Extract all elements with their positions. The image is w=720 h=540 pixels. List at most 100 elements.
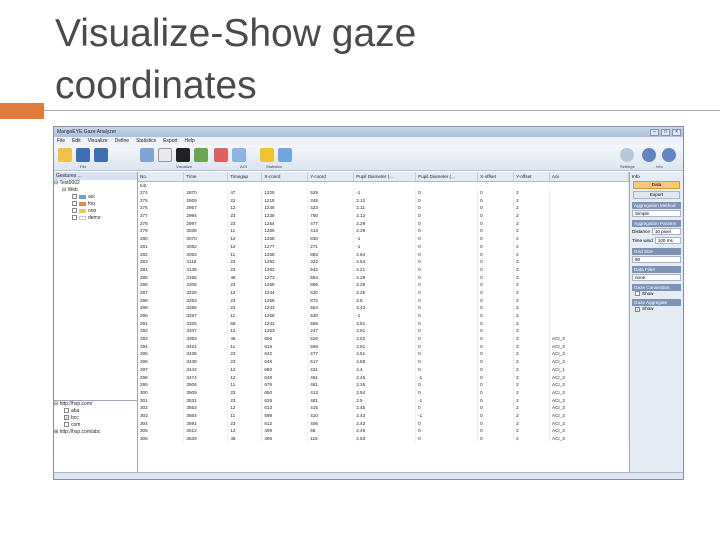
table-row[interactable]: 285 3155 46 1273 554 2.29 0 0 2 — [138, 273, 629, 281]
checkbox[interactable] — [72, 194, 77, 200]
column-header[interactable]: Pupil Diameter (... — [353, 172, 417, 182]
menu-visualize[interactable]: Visualize — [88, 138, 108, 144]
table-row[interactable]: 305 3612 12 409 58 2.49 0 0 2 ACI_3 — [138, 427, 629, 435]
grid-size-spinner[interactable]: 80 — [632, 256, 681, 263]
table-row[interactable]: 275 2929 22 1218 348 2.12 0 0 2 — [138, 196, 629, 205]
menu-edit[interactable]: Edit — [72, 138, 81, 144]
table-row[interactable]: 280 3070 12 1265 830 -1 0 0 2 — [138, 234, 629, 243]
minimize-button[interactable]: – — [650, 128, 659, 136]
table-row[interactable]: 278 2997 23 1254 477 2.29 0 0 2 — [138, 219, 629, 228]
data-button[interactable]: Data — [633, 181, 680, 189]
tree-item[interactable]: aba — [54, 408, 137, 415]
checkbox[interactable] — [64, 422, 69, 428]
bar-chart-icon[interactable] — [260, 148, 274, 162]
table-row[interactable]: 297 3442 12 680 431 2.4 0 0 2 ACI_1 — [138, 365, 629, 374]
column-header[interactable]: Timegap — [227, 172, 263, 182]
checkbox-checked[interactable]: ✓ — [64, 415, 69, 421]
table-row[interactable]: 274 2870 47 1225 529 -1 0 0 2 — [138, 188, 629, 197]
grid-view-icon[interactable] — [140, 148, 154, 162]
table-row[interactable]: 281 3082 12 1277 271 -1 0 0 2 — [138, 242, 629, 251]
checkbox[interactable] — [64, 408, 69, 414]
menu-help[interactable]: Help — [185, 138, 195, 144]
gaze-connection-toggle[interactable]: Show — [632, 291, 681, 297]
gaze-aggregate-toggle[interactable]: ✓ Show — [632, 306, 681, 312]
table-row[interactable]: 291 3325 58 1242 558 2.51 0 0 2 — [138, 319, 629, 328]
heatmap-icon[interactable] — [176, 148, 190, 162]
checkbox[interactable] — [635, 291, 640, 297]
table-row[interactable]: 276 2957 12 1246 423 2.11 0 0 2 — [138, 204, 629, 212]
time-window-field[interactable]: 100 ms — [654, 237, 681, 244]
line-chart-icon[interactable] — [278, 148, 292, 162]
column-header[interactable]: Y-coord — [307, 172, 355, 182]
aoi-edit-icon[interactable] — [232, 148, 246, 162]
table-row[interactable]: 298 3474 12 648 481 2.45 -1 0 2 ACI_3 — [138, 373, 629, 381]
table-row[interactable]: 302 3553 12 613 415 2.45 0 0 2 ACI_3 — [138, 403, 629, 412]
table-row[interactable]: 292 3347 12 1253 247 2.51 0 0 2 — [138, 327, 629, 335]
column-header[interactable]: Aoi — [549, 172, 629, 182]
tree-url[interactable]: ⊞ http://hsp.com/abc — [54, 429, 137, 436]
column-header[interactable]: X-offset — [477, 172, 515, 182]
tree-item[interactable]: ✓ bcc — [54, 415, 137, 422]
menu-define[interactable]: Define — [115, 138, 129, 144]
menu-file[interactable]: File — [57, 138, 65, 144]
tree-item[interactable]: aoi — [54, 194, 137, 201]
table-row[interactable]: 295 3436 23 642 477 2.51 0 0 2 ACI_3 — [138, 350, 629, 358]
close-button[interactable]: × — [672, 128, 681, 136]
table-view-icon[interactable] — [158, 148, 172, 162]
table-row[interactable]: 289 3286 23 1243 554 2.43 0 0 2 — [138, 304, 629, 312]
checkbox-checked[interactable]: ✓ — [635, 306, 640, 312]
table-row[interactable]: 290 3297 11 1258 530 -1 0 0 2 — [138, 311, 629, 320]
tree-item[interactable]: com — [54, 422, 137, 429]
help-icon[interactable] — [662, 148, 676, 162]
settings-gear-icon[interactable] — [620, 148, 634, 162]
column-header[interactable]: X-coord — [261, 172, 309, 182]
save-icon[interactable] — [76, 148, 90, 162]
column-header[interactable]: No. — [138, 172, 185, 182]
table-row[interactable]: 304 3591 23 612 406 2.43 0 0 2 ACI_3 — [138, 419, 629, 427]
checkbox[interactable] — [72, 215, 77, 221]
table-row[interactable]: 286 3208 23 1269 866 2.29 0 0 2 — [138, 280, 629, 289]
tree-item[interactable]: foo — [54, 201, 137, 208]
table-row[interactable]: 296 3439 23 648 517 2.58 0 0 2 ACI_3 — [138, 357, 629, 366]
tree-url[interactable]: ⊟ http://hsp.com/ — [54, 401, 137, 408]
tree-item[interactable]: demo — [54, 215, 137, 222]
checkbox[interactable] — [72, 201, 77, 207]
column-header[interactable]: Y-offset — [513, 172, 551, 182]
table-row[interactable]: 293 3353 46 606 526 2.52 0 0 2 ACI_3 — [138, 334, 629, 343]
tree-web[interactable]: ⊟ Web — [54, 187, 137, 194]
table-row[interactable]: 303 3564 11 599 410 2.43 -1 0 2 ACI_3 — [138, 411, 629, 420]
table-cell: 0 — [415, 304, 479, 312]
export-button[interactable]: Export — [633, 191, 680, 199]
open-folder-icon[interactable] — [58, 148, 72, 162]
tree-item[interactable]: ooo — [54, 208, 137, 215]
aoi-icon[interactable] — [214, 148, 228, 162]
menu-statistics[interactable]: Statistics — [136, 138, 156, 144]
table-group-row[interactable]: tob — [138, 181, 629, 189]
gaze-plot-icon[interactable] — [194, 148, 208, 162]
save-as-icon[interactable] — [94, 148, 108, 162]
table-row[interactable]: 294 3424 11 618 569 2.51 0 0 2 ACI_3 — [138, 342, 629, 351]
checkbox[interactable] — [72, 208, 77, 214]
table-row[interactable]: 277 2994 23 1238 750 2.12 0 0 2 — [138, 211, 629, 220]
table-row[interactable]: 282 3093 11 1265 883 2.64 0 0 2 — [138, 250, 629, 258]
table-row[interactable]: 279 3038 11 1266 413 2.29 0 0 2 — [138, 227, 629, 235]
table-row[interactable]: 299 3506 11 676 481 2.26 0 0 2 ACI_3 — [138, 380, 629, 389]
table-row[interactable]: 301 3531 23 628 481 2.5 -1 0 2 ACI_3 — [138, 396, 629, 404]
table-row[interactable]: 300 3509 23 650 413 2.54 0 0 2 ACI_3 — [138, 388, 629, 397]
table-cell: 2.5 — [353, 396, 417, 404]
table-row[interactable]: 284 3139 23 1262 542 2.21 0 0 2 — [138, 265, 629, 274]
column-header[interactable]: Time — [183, 172, 229, 182]
maximize-button[interactable]: □ — [661, 128, 670, 136]
table-row[interactable]: 288 3253 23 1258 872 2.5 0 0 2 — [138, 296, 629, 304]
table-row[interactable]: 283 3116 23 1282 322 2.54 0 0 2 — [138, 257, 629, 266]
menu-export[interactable]: Export — [163, 138, 177, 144]
column-header[interactable]: Pupil Diameter (... — [415, 172, 479, 182]
aggregation-method-select[interactable]: Simple — [632, 210, 681, 217]
table-row[interactable]: 287 3230 12 1244 520 2.25 0 0 2 — [138, 288, 629, 297]
tree-root[interactable]: ⊟ Test0002 — [54, 180, 137, 187]
table-cell: 12 — [227, 327, 263, 335]
distance-field[interactable]: 10 pixel — [651, 228, 681, 235]
data-filter-select[interactable]: none — [632, 274, 681, 281]
info-icon[interactable] — [642, 148, 656, 162]
table-row[interactable]: 306 3639 46 406 116 2.53 0 0 2 ACI_3 — [138, 434, 629, 443]
